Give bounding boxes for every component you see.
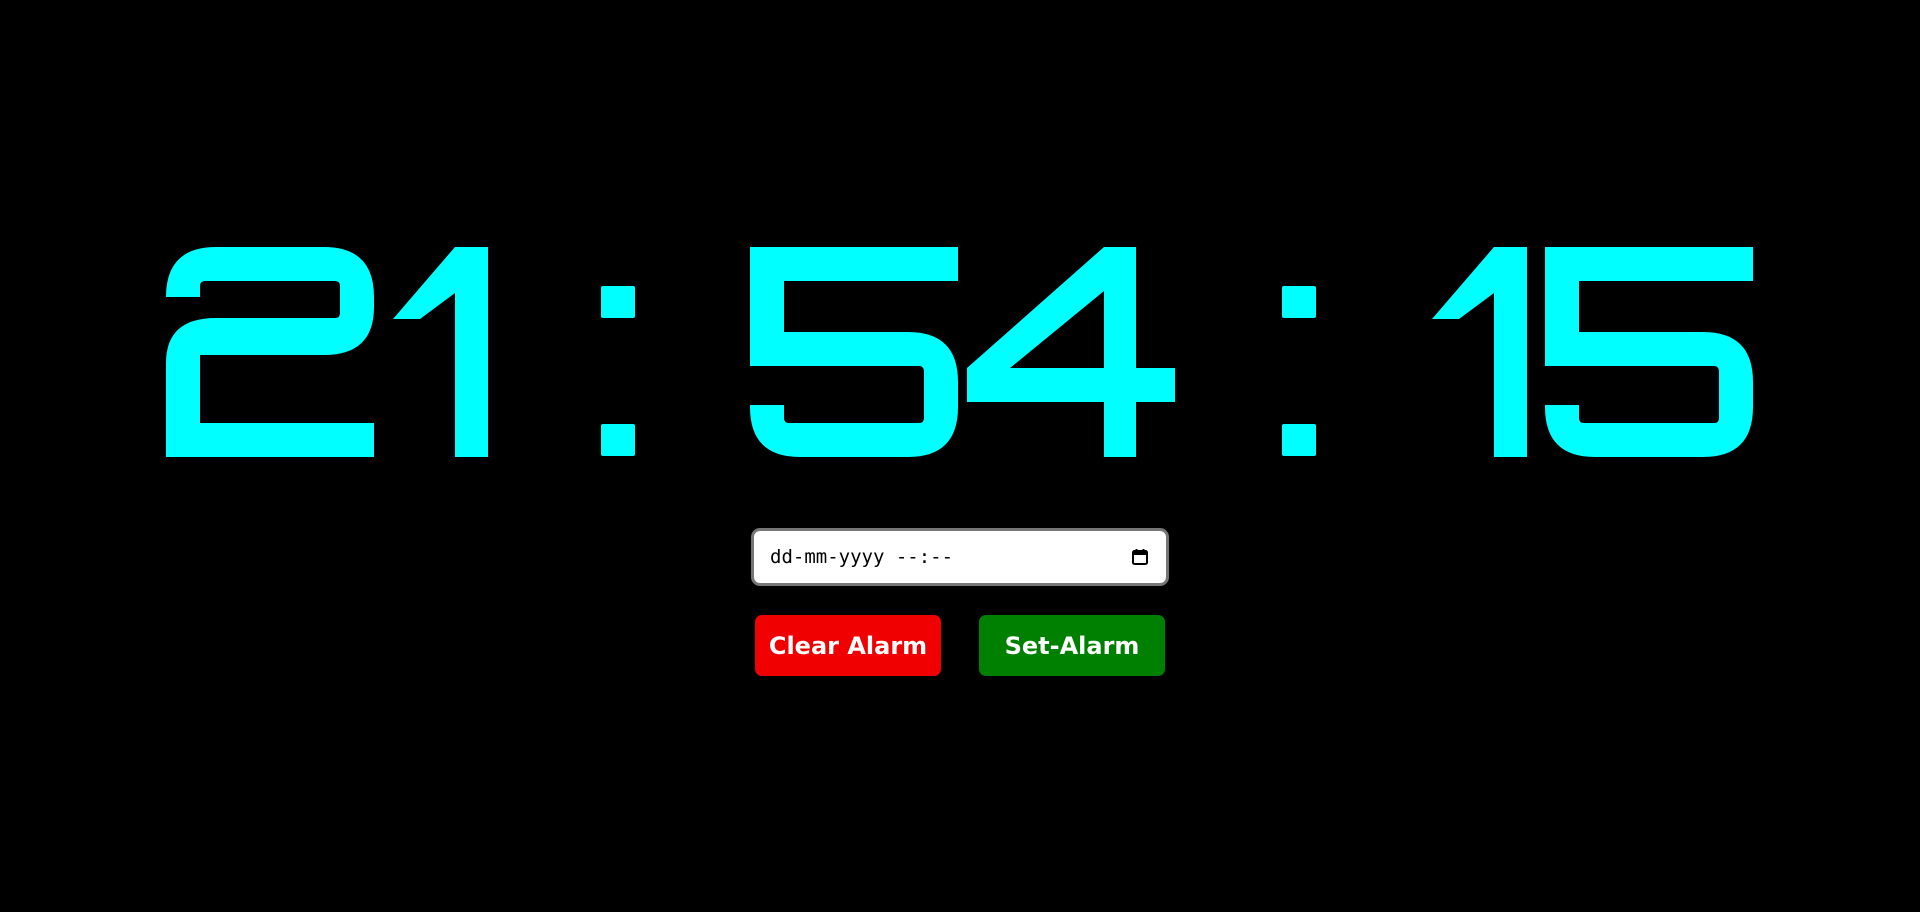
clock-display: [0, 0, 1920, 912]
clock-digit-0: [166, 247, 374, 457]
clock-digit-1: [393, 247, 488, 457]
alarm-datetime-input[interactable]: dd-mm-yyyy --:--: [751, 528, 1169, 586]
clock-digit-6: [1432, 247, 1527, 457]
clock-digits-svg: [166, 247, 1753, 457]
calendar-icon[interactable]: [1130, 547, 1150, 567]
set-alarm-button[interactable]: Set-Alarm: [979, 615, 1165, 676]
colon-dot: [601, 286, 635, 318]
alarm-datetime-value: dd-mm-yyyy --:--: [770, 546, 954, 568]
clock-digit-7: [1545, 247, 1753, 457]
clock-digit-4: [967, 247, 1175, 457]
colon-dot: [1282, 286, 1316, 318]
colon-dot: [1282, 424, 1316, 456]
colon-dot: [601, 424, 635, 456]
clock-digit-3: [750, 247, 958, 457]
clear-alarm-button[interactable]: Clear Alarm: [755, 615, 941, 676]
